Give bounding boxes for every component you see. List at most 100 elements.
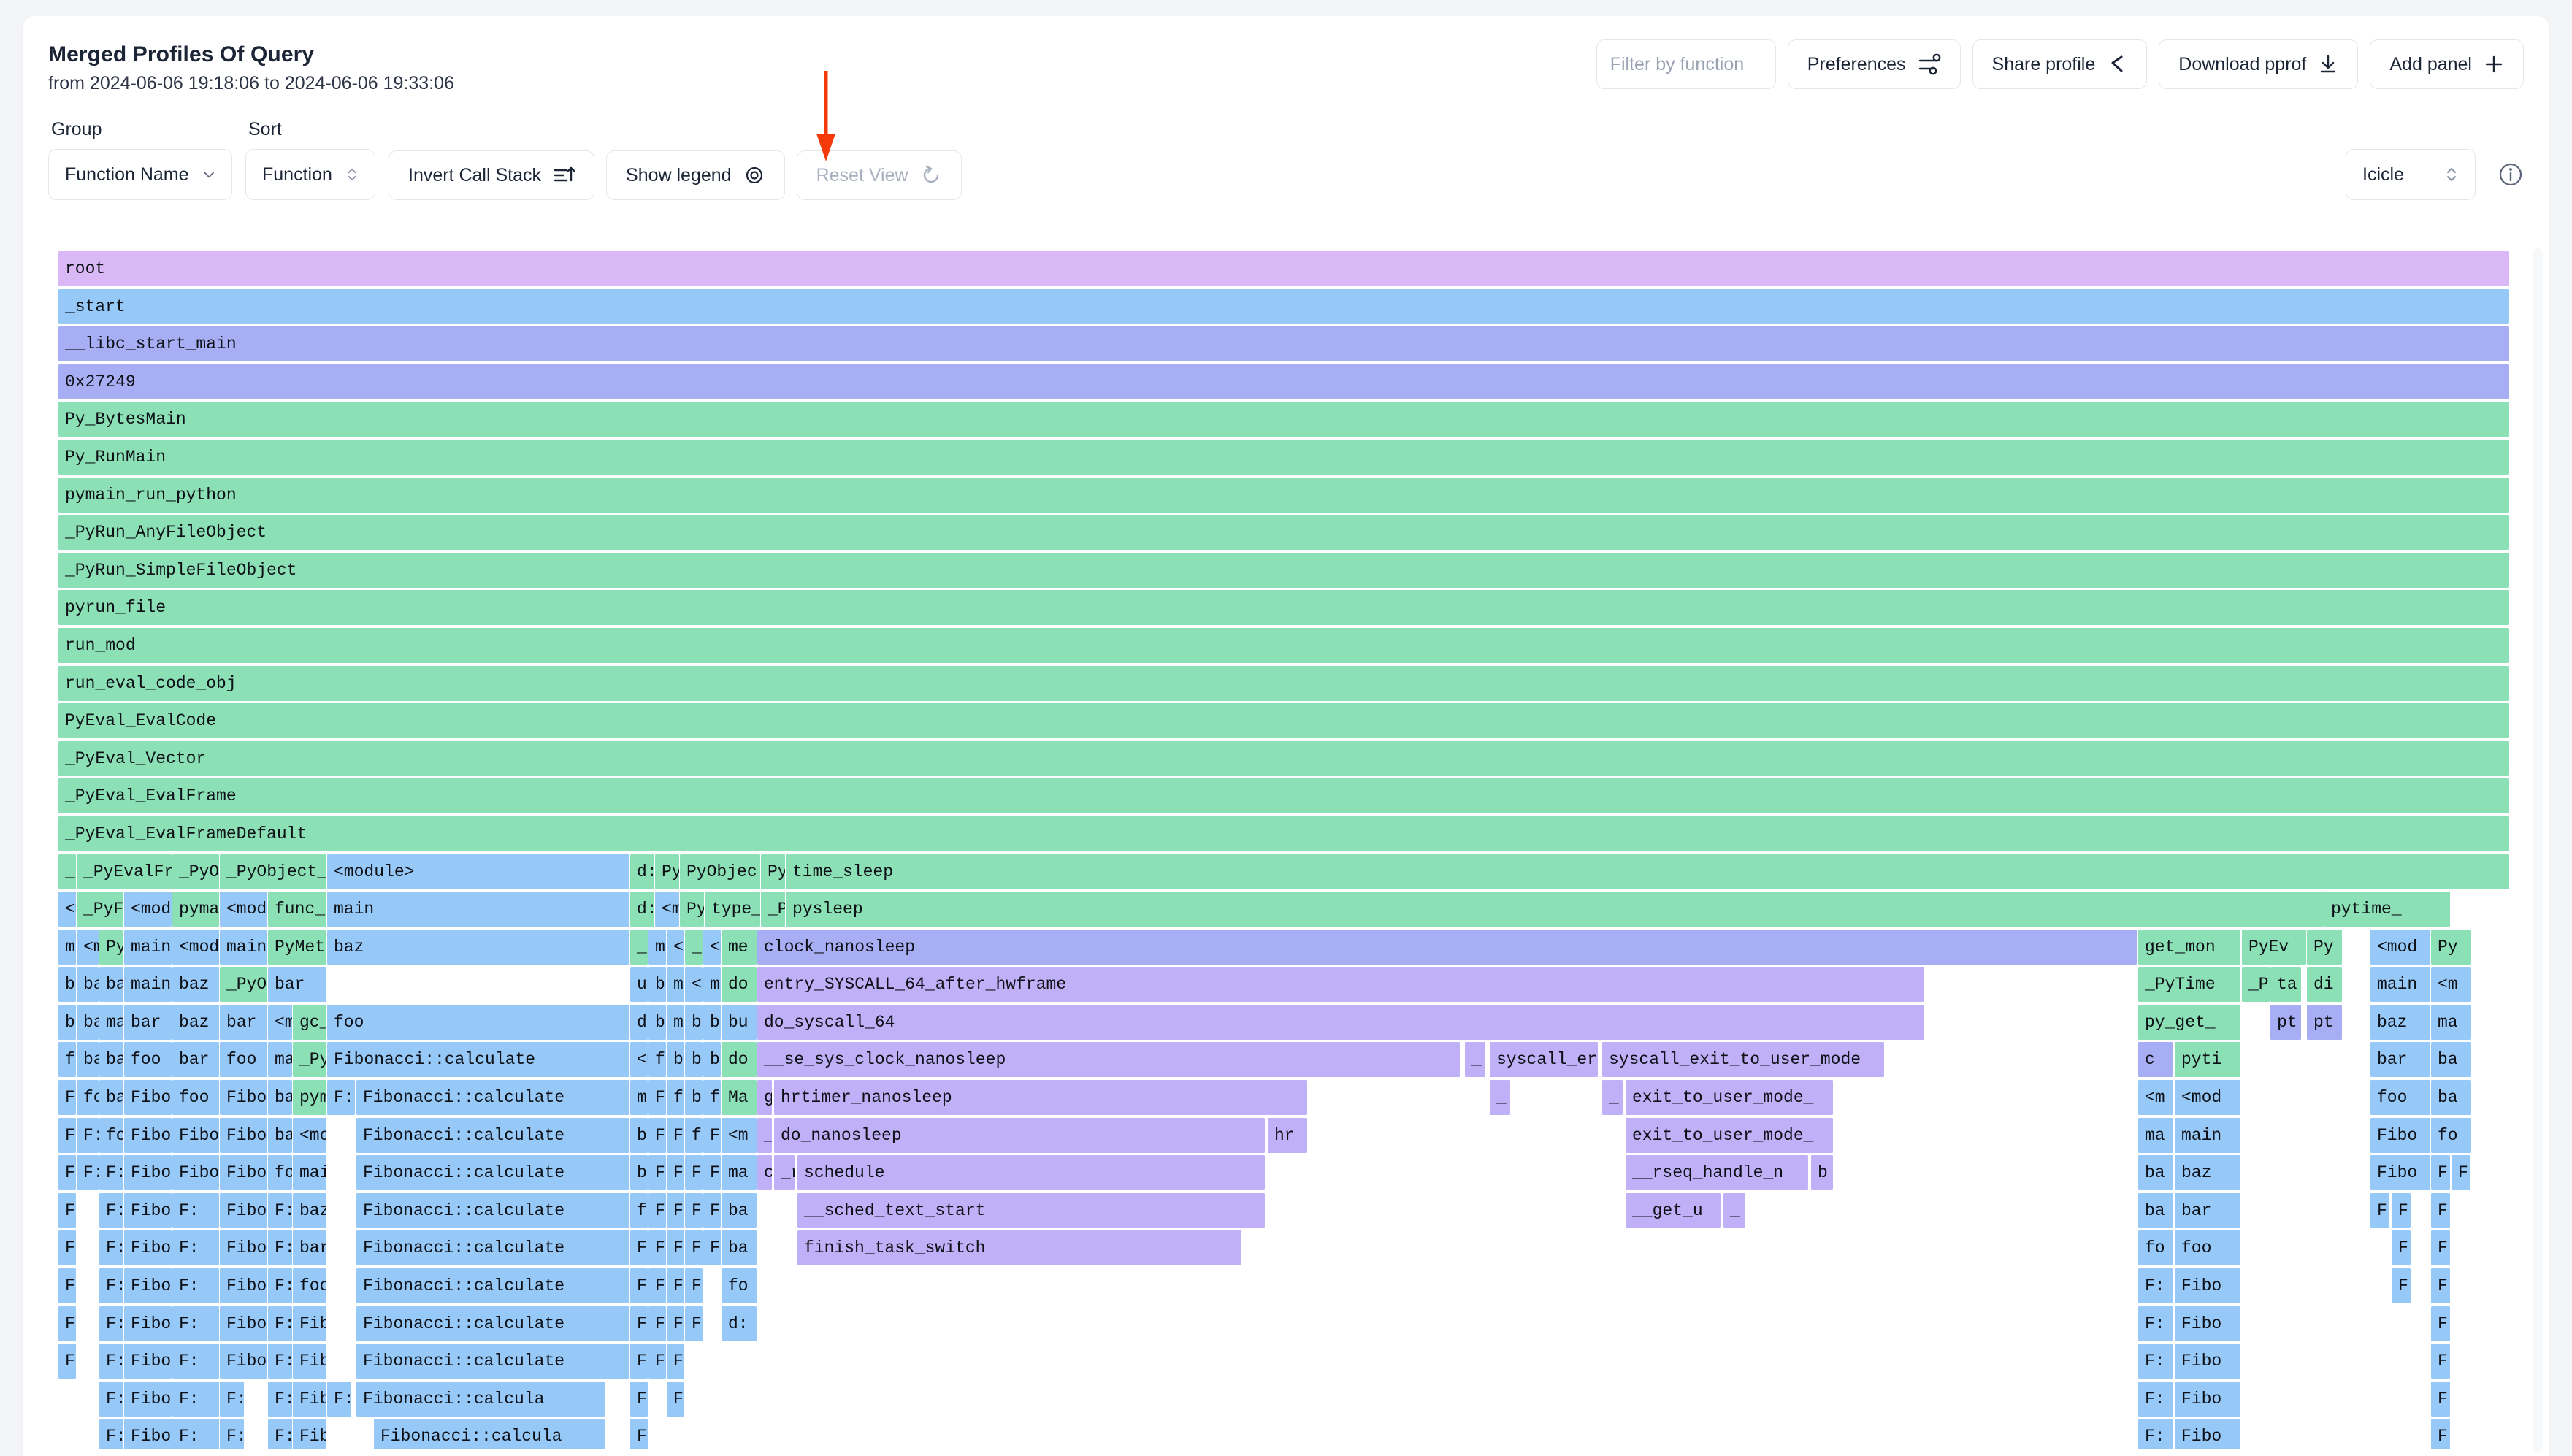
flamegraph-frame[interactable]: <mod <box>2175 1080 2240 1115</box>
flamegraph-frame[interactable]: F: <box>648 1344 666 1379</box>
flamegraph-frame[interactable]: Fibo <box>124 1344 172 1379</box>
flamegraph-frame[interactable]: ba <box>2138 1193 2173 1228</box>
flamegraph-frame[interactable]: finish_task_switch <box>797 1230 1241 1265</box>
flamegraph-frame[interactable]: get_mon <box>2138 930 2240 965</box>
flamegraph-frame[interactable]: F: <box>685 1193 703 1228</box>
flamegraph-frame[interactable]: __sched_text_start <box>797 1193 1265 1228</box>
flamegraph-frame[interactable]: _P <box>685 930 703 965</box>
flamegraph-frame[interactable]: fo <box>667 1080 684 1115</box>
flamegraph-frame[interactable]: F: <box>327 1080 355 1115</box>
download-pprof-button[interactable]: Download pprof <box>2159 39 2358 89</box>
flamegraph-frame[interactable]: _P <box>630 930 648 965</box>
flamegraph-frame[interactable]: bar <box>2370 1042 2430 1077</box>
flamegraph-frame[interactable]: <m <box>667 930 684 965</box>
flamegraph-frame[interactable]: F: <box>172 1193 219 1228</box>
flamegraph-frame[interactable]: F: <box>220 1382 244 1417</box>
flamegraph-frame[interactable]: ba <box>2138 1155 2173 1190</box>
flamegraph-frame[interactable]: b <box>1811 1155 1833 1190</box>
flamegraph-frame[interactable]: d: <box>722 1306 757 1341</box>
flamegraph-frame[interactable]: ma <box>722 1155 757 1190</box>
flamegraph-frame[interactable]: Fibo <box>220 1193 267 1228</box>
flamegraph-frame[interactable]: F: <box>2431 1306 2450 1341</box>
flamegraph-frame[interactable]: ba <box>630 1118 648 1153</box>
flamegraph-frame[interactable]: ba <box>648 1005 666 1040</box>
vertical-scrollbar[interactable] <box>2533 248 2543 1452</box>
add-panel-button[interactable]: Add panel <box>2370 39 2524 89</box>
flamegraph-frame[interactable]: PyEv <box>2242 930 2306 965</box>
flamegraph-frame[interactable]: F: <box>99 1155 123 1190</box>
flamegraph-frame[interactable]: F: <box>2138 1382 2173 1417</box>
flamegraph-frame[interactable]: F: <box>648 1118 666 1153</box>
flamegraph-frame[interactable]: F: <box>2392 1230 2411 1265</box>
flamegraph-frame[interactable]: F: <box>703 1155 721 1190</box>
flamegraph-frame[interactable]: ma <box>630 1080 648 1115</box>
flamegraph-frame[interactable]: F: <box>99 1230 123 1265</box>
preferences-button[interactable]: Preferences <box>1788 39 1961 89</box>
flamegraph-frame[interactable]: ba <box>77 1042 99 1077</box>
flamegraph-frame[interactable]: F: <box>220 1419 244 1449</box>
flamegraph-frame[interactable]: ma <box>703 967 721 1002</box>
flamegraph-frame[interactable]: _PyRun_SimpleFileObject <box>58 553 2509 588</box>
flamegraph-frame[interactable]: Fibo <box>124 1268 172 1303</box>
flamegraph-frame[interactable]: F: <box>268 1419 292 1449</box>
flamegraph-frame[interactable]: _start <box>58 289 2509 324</box>
flamegraph-frame[interactable]: hrtimer_nanosleep <box>774 1080 1307 1115</box>
flamegraph-frame[interactable]: ba <box>685 1042 703 1077</box>
flamegraph-frame[interactable]: F: <box>667 1268 684 1303</box>
flamegraph-frame[interactable]: <m <box>722 1118 757 1153</box>
flamegraph-frame[interactable]: PyMetho <box>268 930 326 965</box>
flamegraph-frame[interactable]: F: <box>2431 1382 2450 1417</box>
flamegraph-frame[interactable]: pysleep <box>786 892 2324 927</box>
flamegraph-frame[interactable]: F: <box>99 1306 123 1341</box>
flamegraph-frame[interactable]: F: <box>268 1344 292 1379</box>
flamegraph-frame[interactable]: syscall_er <box>1490 1042 1598 1077</box>
flamegraph-frame[interactable]: ba <box>58 1005 76 1040</box>
flamegraph-frame[interactable]: exit_to_user_mode_ <box>1626 1118 1833 1153</box>
flamegraph-frame[interactable]: F: <box>648 1080 666 1115</box>
flamegraph-frame[interactable]: ta <box>2270 967 2301 1002</box>
flamegraph-frame[interactable]: Fibo <box>2370 1155 2430 1190</box>
flamegraph-frame[interactable]: baz <box>327 930 629 965</box>
flamegraph-frame[interactable]: F: <box>648 1193 666 1228</box>
flamegraph-frame[interactable]: F: <box>268 1268 292 1303</box>
share-profile-button[interactable]: Share profile <box>1972 39 2148 89</box>
flamegraph-frame[interactable]: F: <box>2431 1268 2450 1303</box>
flamegraph-frame[interactable]: pytime_ <box>2324 892 2450 927</box>
flamegraph-frame[interactable]: Ma <box>722 1080 757 1115</box>
flamegraph-frame[interactable]: Fibo <box>2175 1382 2240 1417</box>
flamegraph-frame[interactable]: F: <box>667 1193 684 1228</box>
flamegraph-frame[interactable]: py_get_ <box>2138 1005 2240 1040</box>
flamegraph-frame[interactable]: F: <box>630 1344 648 1379</box>
filter-by-function[interactable] <box>1596 39 1776 89</box>
flamegraph-frame[interactable]: _PyObje <box>220 967 267 1002</box>
flamegraph-frame[interactable]: main <box>327 892 629 927</box>
flamegraph-frame[interactable]: _PyEval_EvalFrame <box>58 778 2509 813</box>
flamegraph-frame[interactable]: _PyO <box>293 1042 326 1077</box>
flamegraph-frame[interactable]: exit_to_user_mode_ <box>1626 1080 1833 1115</box>
flamegraph-frame[interactable]: bu <box>722 1005 757 1040</box>
flamegraph-frame[interactable]: F: <box>630 1268 648 1303</box>
flamegraph-frame[interactable]: pt <box>2307 1005 2342 1040</box>
flamegraph-frame[interactable]: ba <box>703 1042 721 1077</box>
flamegraph-frame[interactable]: Py <box>2431 930 2471 965</box>
flamegraph-frame[interactable]: Fibo <box>124 1155 172 1190</box>
flamegraph-frame[interactable]: ma <box>667 967 684 1002</box>
flamegraph-frame[interactable]: Py <box>2307 930 2342 965</box>
flamegraph-frame[interactable]: ba <box>99 1042 123 1077</box>
flamegraph-frame[interactable]: F: <box>685 1155 703 1190</box>
flamegraph-frame[interactable]: Fibo <box>2175 1344 2240 1379</box>
flamegraph-frame[interactable]: func_de <box>268 892 326 927</box>
flamegraph-frame[interactable]: <mod <box>220 892 267 927</box>
flamegraph-frame[interactable]: Fibo <box>172 1118 219 1153</box>
flamegraph-frame[interactable]: ba <box>77 967 99 1002</box>
flamegraph-frame[interactable]: F: <box>2138 1419 2173 1449</box>
flamegraph-frame[interactable]: main <box>220 930 267 965</box>
flamegraph-frame[interactable]: Fibonacci::calculate <box>356 1155 629 1190</box>
flamegraph-frame[interactable]: _PyObject_Get <box>220 854 326 889</box>
flamegraph-frame[interactable]: F: <box>2138 1344 2173 1379</box>
flamegraph-frame[interactable]: clock_nanosleep <box>757 930 2137 965</box>
flamegraph-frame[interactable]: main <box>2370 967 2430 1002</box>
flamegraph-frame[interactable]: do <box>722 967 757 1002</box>
flamegraph-frame[interactable]: foo <box>124 1042 172 1077</box>
flamegraph-frame[interactable]: Fibo <box>220 1344 267 1379</box>
